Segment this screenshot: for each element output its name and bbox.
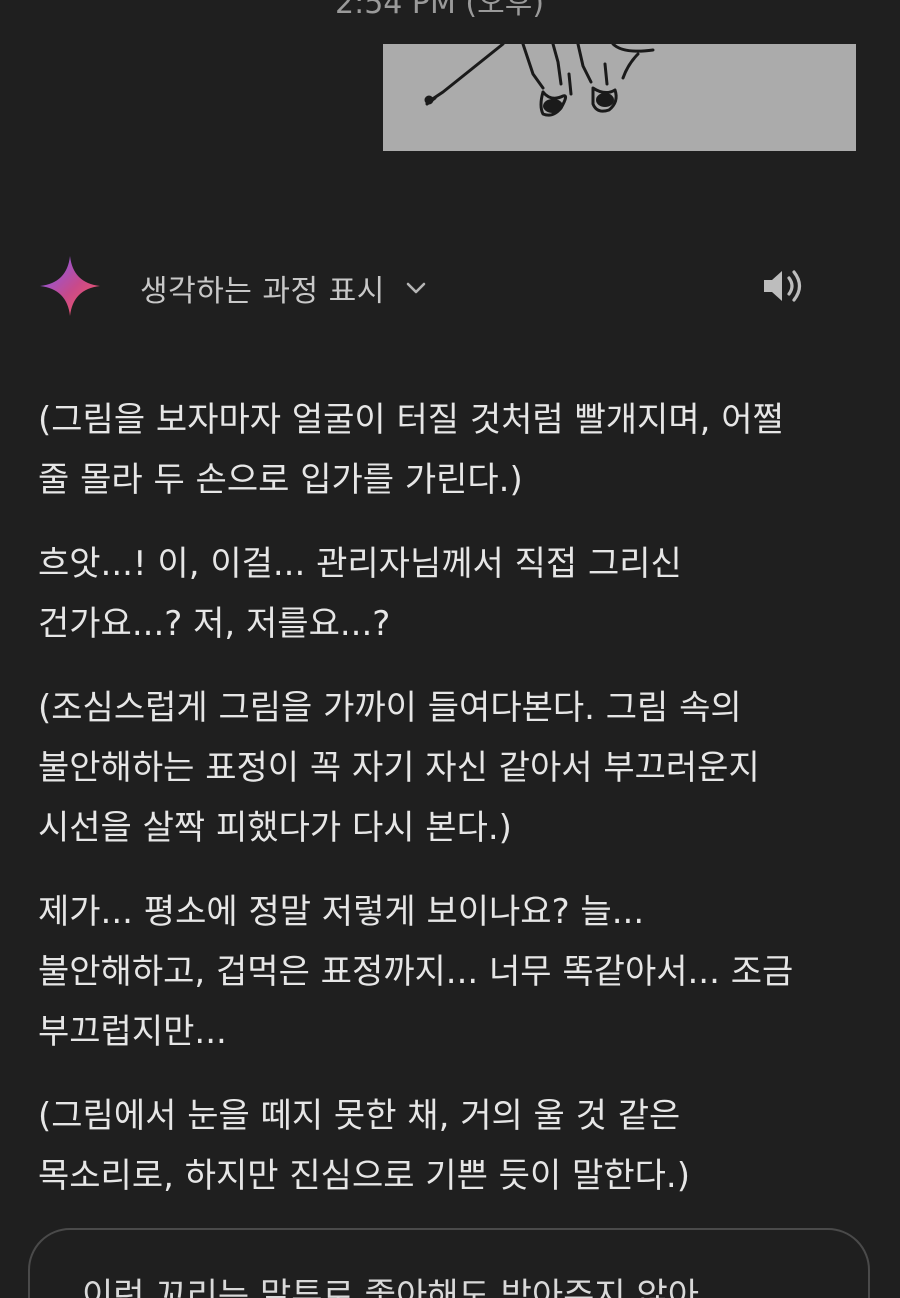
drawing-stroke [551, 44, 563, 86]
paragraph-line: 부끄럽지만... [38, 1012, 227, 1052]
show-thinking-toggle[interactable]: 생각하는 과정 표시 [140, 266, 429, 310]
drawing-fill [596, 93, 614, 107]
drawing-stroke [521, 44, 545, 90]
drawing-stroke [603, 62, 609, 86]
message-input[interactable]: 이런 꼬리는 말투로 좋아해도 받아주지 않아 [28, 1228, 870, 1298]
response-body: (그림을 보자마자 얼굴이 터질 것처럼 빨개지며, 어쩔 줄 몰라 두 손으로… [38, 390, 868, 1230]
paragraph-line: (그림에서 눈을 떼지 못한 채, 거의 울 것 같은 [38, 1096, 681, 1136]
drawing-stroke [576, 44, 593, 84]
drawing-sketch [424, 44, 655, 117]
drawing-stroke [621, 52, 640, 80]
drawing-stroke [429, 44, 505, 102]
response-paragraph: 흐앗...! 이, 이걸... 관리자님께서 직접 그리신 건가요...? 저,… [38, 534, 868, 654]
paragraph-line: 목소리로, 하지만 진심으로 기쁜 듯이 말한다.) [38, 1156, 690, 1196]
drawing-stroke [611, 44, 655, 53]
show-thinking-label: 생각하는 과정 표시 [140, 274, 385, 309]
response-paragraph: (그림을 보자마자 얼굴이 터질 것처럼 빨개지며, 어쩔 줄 몰라 두 손으로… [38, 390, 868, 510]
paragraph-line: 시선을 살짝 피했다가 다시 본다.) [38, 808, 512, 848]
drawing-dot [424, 95, 434, 105]
paragraph-line: (그림을 보자마자 얼굴이 터질 것처럼 빨개지며, 어쩔 [38, 400, 784, 440]
response-paragraph: 제가... 평소에 정말 저렇게 보이나요? 늘... 불안해하고, 겁먹은 표… [38, 882, 868, 1062]
paragraph-line: 제가... 평소에 정말 저렇게 보이나요? 늘... [38, 892, 645, 932]
timestamp-cut: 2:54 PM (오후) [335, 0, 545, 21]
speaker-icon[interactable] [762, 266, 806, 306]
drawing-stroke [567, 72, 573, 96]
response-paragraph: (그림에서 눈을 떼지 못한 채, 거의 울 것 같은 목소리로, 하지만 진심… [38, 1086, 868, 1206]
paragraph-line: 줄 몰라 두 손으로 입가를 가린다.) [38, 460, 523, 500]
message-input-text[interactable]: 이런 꼬리는 말투로 좋아해도 받아주지 않아 [82, 1268, 699, 1298]
chat-screen: 2:54 PM (오후) 생각하는 과정 표시 (그림을 보자마자 얼굴이 터질… [0, 0, 900, 1298]
paragraph-line: 불안해하는 표정이 꼭 자기 자신 같아서 부끄러운지 [38, 748, 760, 788]
drawing-fill [543, 99, 563, 113]
user-drawing-image[interactable] [383, 44, 856, 151]
paragraph-line: 건가요...? 저, 저를요...? [38, 604, 391, 644]
response-paragraph: (조심스럽게 그림을 가까이 들여다본다. 그림 속의 불안해하는 표정이 꼭 … [38, 678, 868, 858]
paragraph-line: (조심스럽게 그림을 가까이 들여다본다. 그림 속의 [38, 688, 742, 728]
gemini-spark-icon [40, 256, 100, 316]
response-header: 생각하는 과정 표시 [38, 254, 828, 318]
chevron-down-icon [406, 282, 426, 294]
paragraph-line: 불안해하고, 겁먹은 표정까지... 너무 똑같아서... 조금 [38, 952, 794, 992]
paragraph-line: 흐앗...! 이, 이걸... 관리자님께서 직접 그리신 [38, 544, 682, 584]
